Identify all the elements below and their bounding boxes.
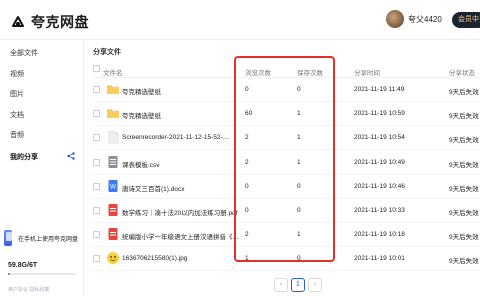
column-header-filename[interactable]: 文件名 [103,67,123,77]
doc-icon: W [106,179,120,193]
avatar[interactable] [386,10,404,28]
sidebar-item-video[interactable]: 视频 [10,69,24,79]
sidebar-item-images[interactable]: 图片 [10,89,24,99]
share-time: 2021-11-19 10:49 [354,158,405,166]
app-name: 夸克网盘 [31,14,89,30]
row-checkbox[interactable] [93,158,100,166]
prev-page-button[interactable]: ‹ [274,278,288,292]
folder-icon [106,106,120,120]
select-all-checkbox[interactable] [93,65,100,72]
promo-text: 在手机上使用夸克网盘 [17,236,78,243]
row-checkbox[interactable] [93,134,100,142]
share-status: 9天后失效 [449,258,479,266]
share-time: 2021-11-19 10:01 [354,255,405,263]
sidebar-item-audio[interactable]: 音频 [10,130,24,140]
sidebar: 全部文件 视频 图片 文档 音频 我的分享 在手机上使用夸克网盘 59.8G/6… [0,40,84,296]
share-status: 9天后失效 [449,113,479,121]
share-status: 9天后失效 [449,210,479,217]
pdf-icon [106,203,120,217]
file-name[interactable]: 课表模板.csv [122,159,247,169]
file-icon [106,130,120,144]
current-page-button[interactable]: 1 [291,278,305,292]
share-time: 2021-11-19 10:59 [354,110,405,118]
file-name[interactable]: 夸克精选壁纸 [122,110,247,120]
share-status: 9天后失效 [449,161,479,169]
user-profile[interactable]: 夸父4420 [386,10,442,28]
column-header-share-time[interactable]: 分享时间 [354,67,380,77]
sidebar-item-my-shares[interactable]: 我的分享 [10,152,38,162]
share-time: 2021-11-19 10:33 [354,207,405,214]
file-name[interactable]: 夸克精选壁纸 [122,86,247,96]
username: 夸父4420 [408,14,442,24]
top-header: 夸克网盘 夸父4420 会员中 [0,0,480,40]
file-name[interactable]: 数学练习｜凑十法20以内加法练习册.pdf [122,207,247,217]
vip-button[interactable]: 会员中 [452,12,480,28]
share-status: 9天后失效 [449,234,479,242]
share-status: 9天后失效 [449,137,479,145]
column-header-share-status[interactable]: 分享状态 [449,67,475,77]
highlight-box [234,56,335,262]
footer-links[interactable]: 用户协议 隐私政策 [8,286,49,293]
cloud-logo-icon [12,16,24,27]
storage-bar [8,273,76,275]
file-name[interactable]: 1636706215580(1).jpg [122,255,247,262]
app-logo[interactable]: 夸克网盘 [10,12,89,32]
share-time: 2021-11-19 10:18 [354,231,405,239]
file-name[interactable]: 统编版小学一年级语文上册汉语拼音《… [122,231,247,241]
share-time: 2021-11-19 10:54 [354,134,405,142]
next-page-button[interactable]: › [308,278,322,292]
image-icon [106,251,120,265]
storage-usage: 59.8G/6T [8,262,38,269]
folder-icon [106,82,120,96]
row-checkbox[interactable] [93,231,100,239]
page-title: 分享文件 [93,49,121,56]
phone-icon [4,230,12,246]
svg-text:W: W [110,183,116,190]
sidebar-item-documents[interactable]: 文档 [10,110,24,120]
sidebar-item-all-files[interactable]: 全部文件 [10,48,38,58]
file-name[interactable]: Screenrecorder-2021-11-12-15-52-… [122,134,247,141]
mobile-app-promo[interactable]: 在手机上使用夸克网盘 [4,228,78,248]
pdf-icon [106,227,120,241]
row-divider [93,270,480,272]
row-checkbox[interactable] [93,182,100,190]
csv-icon [106,155,120,169]
row-checkbox[interactable] [93,86,100,93]
share-status: 9天后失效 [449,89,479,96]
row-checkbox[interactable] [93,110,100,118]
row-checkbox[interactable] [93,207,100,214]
row-checkbox[interactable] [93,255,100,263]
share-icon [67,152,75,160]
share-time: 2021-11-19 10:46 [354,182,405,190]
share-time: 2021-11-19 11:49 [354,86,405,93]
share-status: 9天后失效 [449,185,479,193]
file-name[interactable]: 唐诗又三百首(1).docx [122,183,247,193]
storage-bar-fill [8,273,11,275]
